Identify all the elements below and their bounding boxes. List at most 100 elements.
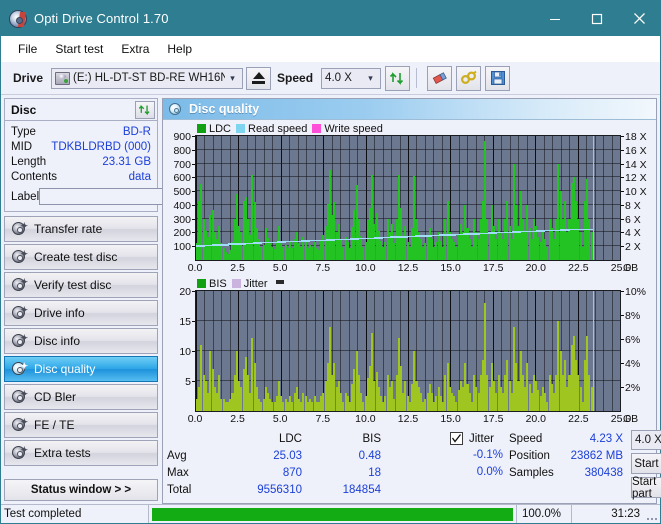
sidebar-item-drive-info[interactable]: ✦ Drive info <box>4 300 158 326</box>
stats-row-max-label: Max <box>167 466 189 479</box>
y-axis-tick: 200 <box>173 227 195 240</box>
sidebar-item-disc-info[interactable]: ✦ Disc info <box>4 328 158 354</box>
x-axis-tick: 5.0 <box>272 413 288 425</box>
x-axis-tick: 17.5 <box>482 413 504 425</box>
disc-refresh-button[interactable] <box>135 100 155 119</box>
tools-icon <box>460 70 477 85</box>
jitter-max-value: 0.0% <box>476 466 503 478</box>
menu-item-start-test[interactable]: Start test <box>46 39 112 59</box>
refresh-icon <box>389 71 404 85</box>
meta-row-samples: Samples 380438 <box>509 464 627 481</box>
disc-row-mid-value: TDKBLDRBD (000) <box>51 140 151 153</box>
drive-icon <box>55 71 71 85</box>
y2-axis-tick: 6 X <box>621 213 641 226</box>
speed-label: Speed <box>277 71 314 85</box>
test-speed-select[interactable]: 4.0 X ▾ <box>631 430 661 450</box>
y2-axis-tick: 14 X <box>621 158 647 171</box>
y-axis-tick: 500 <box>173 186 195 199</box>
app-disc-icon <box>9 9 27 28</box>
disc-row-length-value: 23.31 GB <box>102 155 151 168</box>
ldc-plot-row: 100 200 300 400 500 600 700 800 900 2 X4 X6 X8 X… <box>165 131 654 261</box>
menu-bar: File Start test Extra Help <box>1 36 660 62</box>
save-button[interactable] <box>485 65 511 91</box>
y2-axis-tick: 18 X <box>621 131 647 143</box>
x-axis-tick: 2.5 <box>230 413 245 425</box>
x-axis-tick: 0.0 <box>187 262 203 274</box>
sidebar-item-label: Transfer rate <box>34 222 103 236</box>
stats-max-ldc: 870 <box>282 466 302 479</box>
speed-select[interactable]: 4.0 X ▾ <box>321 67 382 89</box>
meta-row-position: Position 23862 MB <box>509 447 627 464</box>
drive-label: Drive <box>13 71 44 85</box>
x-axis-tick: 20.0 <box>525 262 547 274</box>
legend-swatch-write-speed <box>312 124 322 133</box>
legend-label-jitter: Jitter <box>243 277 268 290</box>
bis-y-axis: 5 10 15 20 <box>165 287 195 412</box>
stats-avg-bis: 0.48 <box>358 449 381 462</box>
legend-label-read-speed: Read speed <box>248 122 308 135</box>
sidebar-item-label: CD Bler <box>34 390 77 404</box>
meta-value-samples: 380438 <box>584 466 623 479</box>
sidebar-item-create-test-disc[interactable]: ✦ Create test disc <box>4 244 158 270</box>
minimize-icon[interactable] <box>534 1 576 36</box>
title-bar: Opti Drive Control 1.70 <box>1 1 660 36</box>
x-axis-tick: 5.0 <box>272 262 288 274</box>
sidebar-item-cd-bler[interactable]: ✦ CD Bler <box>4 384 158 410</box>
start-part-button[interactable]: Start part <box>631 476 661 500</box>
eraser-icon <box>432 72 447 85</box>
status-window-button[interactable]: Status window > > <box>4 479 158 501</box>
sidebar-item-transfer-rate[interactable]: ✦ Transfer rate <box>4 216 158 242</box>
legend-swatch-read-speed <box>236 124 246 133</box>
app-window: Opti Drive Control 1.70 File Start test … <box>0 0 661 524</box>
ldc-y-axis: 100 200 300 400 500 600 700 800 900 <box>165 131 195 261</box>
x-axis-tick: 10.0 <box>355 413 376 425</box>
table-row: Avg 25.03 0.48 <box>167 447 381 464</box>
chevron-down-icon: ▾ <box>368 72 373 83</box>
bis-x-axis: 0.0 2.5 5.0 7.5 10.0 12.5 15.0 17.5 20.0 22.5 25.0… <box>165 412 654 426</box>
refresh-button[interactable] <box>385 65 411 91</box>
eject-button[interactable] <box>246 66 272 90</box>
sidebar-item-verify-test-disc[interactable]: ✦ Verify test disc <box>4 272 158 298</box>
x-axis-tick: 0.0 <box>187 413 203 425</box>
sidebar-item-label: Disc quality <box>34 362 96 376</box>
stats-row-total-label: Total <box>167 483 192 496</box>
erase-button[interactable] <box>427 65 453 91</box>
x-axis-tick: 17.5 <box>482 262 504 274</box>
y2-axis-tick: 4 X <box>621 227 641 240</box>
sidebar-item-disc-quality[interactable]: ✦ Disc quality <box>4 356 158 382</box>
drive-select[interactable]: (E:) HL-DT-ST BD-RE WH16NS58 TST4 ▾ <box>51 67 244 89</box>
stats-row-avg-label: Avg <box>167 449 187 462</box>
y-axis-tick: 900 <box>173 131 195 143</box>
sidebar-item-extra-tests[interactable]: ✦ Extra tests <box>4 440 158 466</box>
stats-total-bis: 184854 <box>342 483 381 496</box>
bis-chart-legend: BIS Jitter <box>165 277 654 290</box>
meta-value-position: 23862 MB <box>570 449 623 462</box>
menu-item-file[interactable]: File <box>9 39 46 59</box>
resize-grip-icon[interactable] <box>646 505 660 523</box>
disc-row-mid: MID TDKBLDRBD (000) <box>11 139 151 154</box>
close-icon[interactable] <box>618 1 660 36</box>
disc-icon: ✦ <box>11 333 28 349</box>
table-row: Max 870 18 <box>167 464 381 481</box>
legend-entry-ldc: LDC <box>197 123 231 135</box>
jitter-checkbox[interactable] <box>450 432 463 445</box>
disc-icon: ✦ <box>11 305 28 321</box>
refresh-icon <box>138 104 150 115</box>
disc-row-contents-value: data <box>128 170 151 183</box>
menu-item-help[interactable]: Help <box>158 39 201 59</box>
ldc-x-unit: GB <box>623 262 639 274</box>
menu-item-extra[interactable]: Extra <box>112 39 158 59</box>
maximize-icon[interactable] <box>576 1 618 36</box>
stats-avg-ldc: 25.03 <box>273 449 302 462</box>
tools-button[interactable] <box>456 65 482 91</box>
jitter-avg-value: -0.1% <box>472 449 503 461</box>
stats-area: LDC BIS Avg 25.03 0.48 Max 870 18 Total … <box>163 426 661 503</box>
ldc-x-axis: 0.0 2.5 5.0 7.5 10.0 12.5 15.0 17.5 20.0 22.5 25.0… <box>165 261 654 275</box>
disc-row-type-value: BD-R <box>122 125 151 138</box>
x-axis-tick: 12.5 <box>397 413 419 425</box>
ldc-plot-area <box>195 135 621 261</box>
sidebar-item-fe-te[interactable]: ✦ FE / TE <box>4 412 158 438</box>
y2-axis-tick: 8 X <box>621 199 641 212</box>
stats-max-bis: 18 <box>368 466 381 479</box>
start-full-button[interactable]: Start full <box>631 453 661 474</box>
